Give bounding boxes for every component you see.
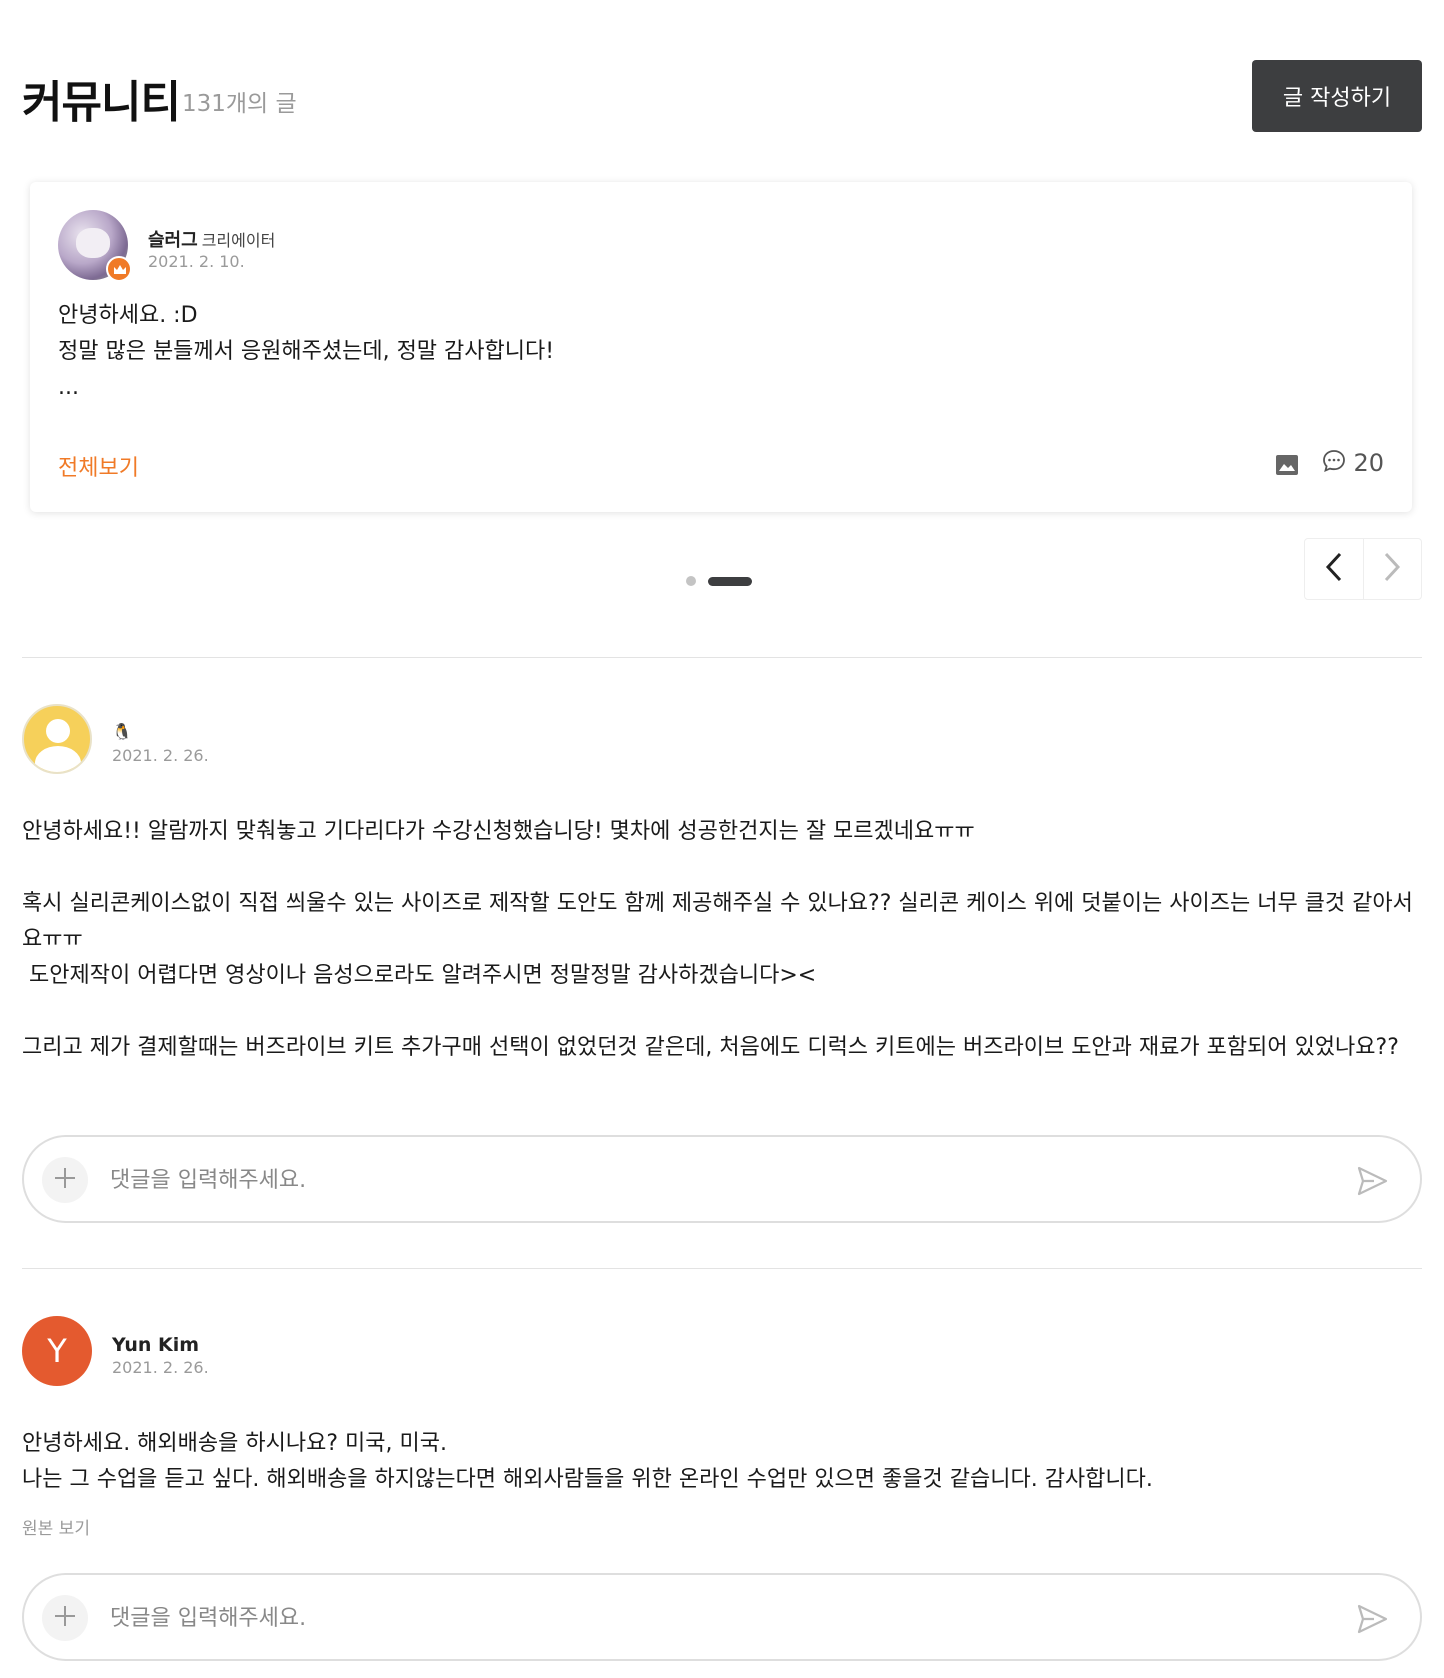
post-date: 2021. 2. 26. <box>112 746 209 765</box>
post-paragraph: 그리고 제가 결제할때는 버즈라이브 키트 추가구매 선택이 없었던것 같은데,… <box>22 1035 1399 1060</box>
post-body: 안녕하세요!! 알람까지 맞춰놓고 기다리다가 수강신청했습니당! 몇차에 성공… <box>22 814 1422 1066</box>
plus-icon <box>52 1165 78 1195</box>
comment-count-group: 20 <box>1321 446 1384 480</box>
prev-button[interactable] <box>1305 539 1363 599</box>
avatar-image <box>76 228 110 258</box>
post-count: 131개의 글 <box>182 91 297 117</box>
send-icon <box>1357 1604 1388 1634</box>
image-icon <box>1274 452 1300 478</box>
divider <box>22 657 1422 658</box>
plus-icon <box>52 1603 78 1633</box>
notice-line: 안녕하세요. :D <box>58 303 198 328</box>
comment-input[interactable] <box>110 1159 1310 1201</box>
author-name: 슬러그 <box>148 230 198 251</box>
divider <box>22 1268 1422 1269</box>
avatar <box>58 210 132 282</box>
view-original-link[interactable]: 원본 보기 <box>22 1514 90 1539</box>
send-button[interactable] <box>1354 1163 1390 1199</box>
post-author: Yun Kim <box>112 1334 200 1356</box>
post-item: Y Yun Kim 2021. 2. 26. 안녕하세요. 해외배송을 하시나요… <box>22 1316 1422 1546</box>
next-button[interactable] <box>1362 539 1421 599</box>
avatar <box>22 704 92 774</box>
carousel-dot-active[interactable] <box>708 576 752 586</box>
post-paragraph: 안녕하세요!! 알람까지 맞춰놓고 기다리다가 수강신청했습니당! 몇차에 성공… <box>22 819 975 844</box>
author-role: 크리에이터 <box>201 231 276 250</box>
notice-author: 슬러그 크리에이터 <box>148 226 275 252</box>
send-button[interactable] <box>1354 1601 1390 1637</box>
post-date: 2021. 2. 26. <box>112 1358 209 1377</box>
comment-box <box>22 1573 1422 1661</box>
see-all-link[interactable]: 전체보기 <box>58 450 139 482</box>
avatar: Y <box>22 1316 92 1386</box>
post-author: 🐧 <box>112 722 132 741</box>
carousel-nav <box>1304 538 1422 600</box>
page-title: 커뮤니티 <box>22 77 181 128</box>
write-post-button[interactable]: 글 작성하기 <box>1252 60 1422 132</box>
crown-icon <box>106 256 132 282</box>
post-item: 🐧 2021. 2. 26. 안녕하세요!! 알람까지 맞춰놓고 기다리다가 수… <box>22 704 1422 1124</box>
comment-icon <box>1321 448 1347 478</box>
chevron-left-icon <box>1325 552 1343 586</box>
notice-date: 2021. 2. 10. <box>148 252 245 271</box>
attach-button[interactable] <box>42 1157 88 1203</box>
notice-line: ... <box>58 375 79 400</box>
notice-body: 안녕하세요. :D 정말 많은 분들께서 응원해주셨는데, 정말 감사합니다! … <box>58 298 554 406</box>
comment-box <box>22 1135 1422 1223</box>
post-paragraph: 혹시 실리콘케이스없이 직접 씌울수 있는 사이즈로 제작할 도안도 함께 제공… <box>22 891 1413 988</box>
notice-line: 정말 많은 분들께서 응원해주셨는데, 정말 감사합니다! <box>58 339 555 364</box>
send-icon <box>1357 1166 1388 1196</box>
chevron-right-icon <box>1383 552 1401 586</box>
carousel-indicator <box>686 576 752 586</box>
attach-button[interactable] <box>42 1595 88 1641</box>
comment-input[interactable] <box>110 1597 1310 1639</box>
post-paragraph: 안녕하세요. 해외배송을 하시나요? 미국, 미국. 나는 그 수업을 듣고 싶… <box>22 1431 1153 1492</box>
comment-count: 20 <box>1353 449 1384 477</box>
notice-card[interactable]: 슬러그 크리에이터 2021. 2. 10. 안녕하세요. :D 정말 많은 분들… <box>30 182 1412 512</box>
page-header: 커뮤니티 131개의 글 글 작성하기 <box>22 56 1422 132</box>
post-body: 안녕하세요. 해외배송을 하시나요? 미국, 미국. 나는 그 수업을 듣고 싶… <box>22 1426 1422 1498</box>
carousel-dot[interactable] <box>686 576 696 586</box>
